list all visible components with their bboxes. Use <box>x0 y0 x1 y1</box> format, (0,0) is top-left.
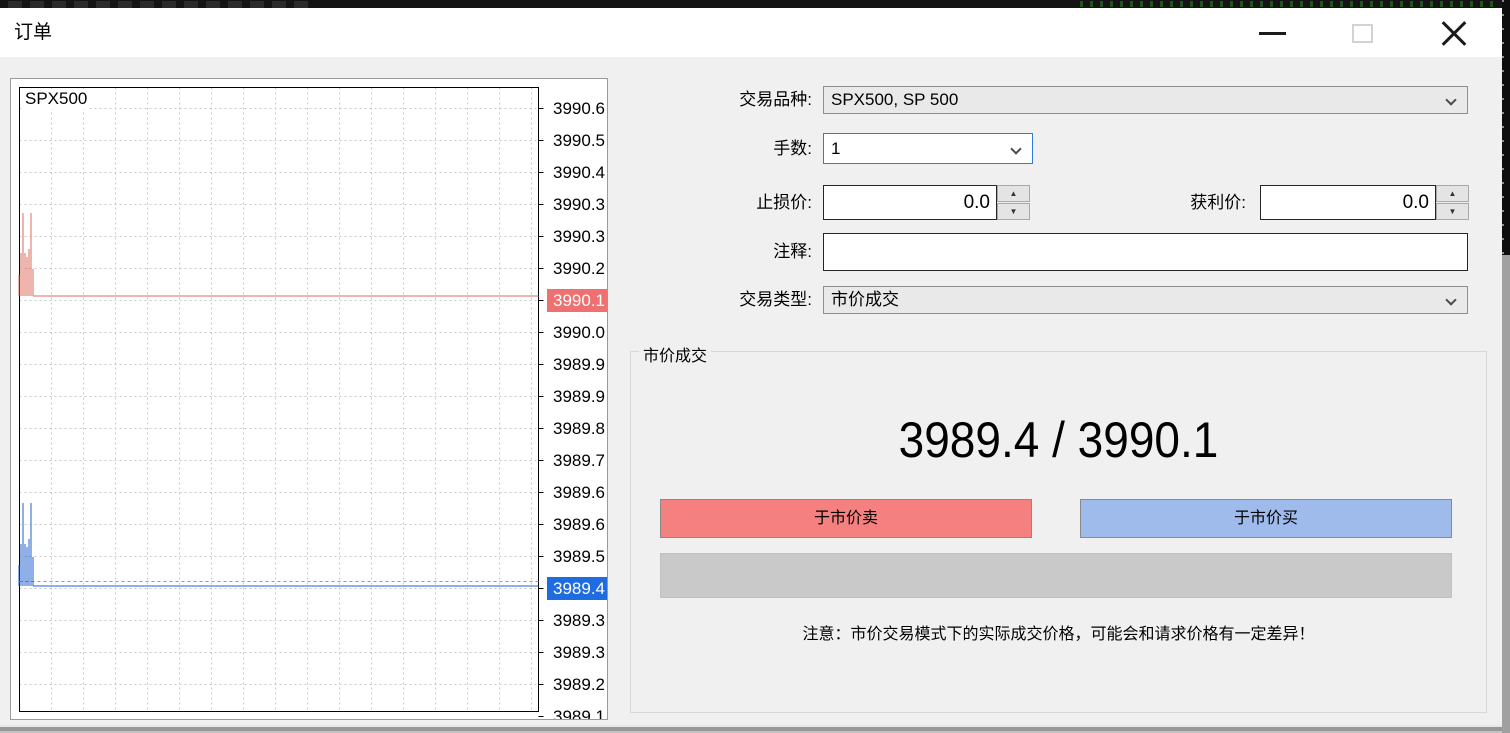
market-note: 注意：市价交易模式下的实际成交价格，可能会和请求价格有一定差异！ <box>631 620 1486 644</box>
stop-loss-label: 止损价: <box>612 185 812 220</box>
group-title: 市价成交 <box>639 342 711 366</box>
price-axis: 3990.6 3990.5 3990.4 3990.3 3990.3 3990.2 3990… <box>547 79 608 720</box>
order-type-label: 交易类型: <box>612 286 812 314</box>
price-axis-label: 3989.9 <box>547 385 608 408</box>
price-axis-label: 3989.7 <box>547 449 608 472</box>
price-axis-label: 3989.6 <box>547 481 608 504</box>
price-axis-label: 3989.5 <box>547 545 608 568</box>
chevron-down-icon <box>1445 94 1456 105</box>
price-axis-label: 3990.1 <box>547 289 608 312</box>
price-axis-label: 3990.5 <box>547 129 608 152</box>
minimize-icon <box>1259 32 1286 35</box>
background-axis-dashes <box>1502 0 1504 255</box>
comment-label: 注释: <box>612 233 812 271</box>
close-button[interactable] <box>1428 13 1480 53</box>
order-type-select-value: 市价成交 <box>831 287 899 313</box>
minimize-button[interactable] <box>1246 13 1298 53</box>
background-strip-right <box>1502 0 1510 733</box>
stop-loss-spinner: ▲ ▼ <box>997 185 1030 220</box>
take-profit-spinner: ▲ ▼ <box>1436 185 1469 220</box>
symbol-label: 交易品种: <box>612 86 812 114</box>
sell-by-market-button[interactable]: 于市价卖 <box>660 499 1032 538</box>
price-axis-label: 3989.2 <box>547 673 608 696</box>
price-axis-label: 3990.3 <box>547 225 608 248</box>
symbol-select-value: SPX500, SP 500 <box>831 87 958 113</box>
spin-up-icon[interactable]: ▲ <box>1436 185 1469 202</box>
titlebar: 订单 <box>0 8 1502 57</box>
chart-symbol-label: SPX500 <box>23 89 89 109</box>
order-type-select[interactable]: 市价成交 <box>823 286 1468 314</box>
spin-down-icon[interactable]: ▼ <box>1436 203 1469 220</box>
price-axis-label: 3990.0 <box>547 321 608 344</box>
price-axis-label: 3989.9 <box>547 353 608 376</box>
take-profit-spinbox <box>1260 185 1436 220</box>
tick-chart: SPX500 3990.63990.53990.43990.33990.3399… <box>10 78 608 720</box>
background-strip-bottom <box>0 725 1502 733</box>
maximize-button[interactable] <box>1336 13 1388 53</box>
window-title: 订单 <box>14 8 52 57</box>
disabled-action-bar <box>660 553 1452 598</box>
price-axis-label: 3990.6 <box>547 97 608 120</box>
spin-down-icon[interactable]: ▼ <box>997 203 1030 220</box>
chevron-down-icon <box>1445 294 1456 305</box>
volume-label: 手数: <box>612 133 812 164</box>
tick-chart-plot <box>11 79 608 720</box>
price-axis-label: 3989.8 <box>547 417 608 440</box>
stop-loss-input[interactable] <box>823 185 997 220</box>
order-dialog: 订单 SPX500 3990.6 3990.5 3990.4 3990.3 3990.3… <box>0 8 1502 725</box>
price-axis-label: 3990.2 <box>547 257 608 280</box>
background-window-remnant <box>8 1 308 8</box>
price-axis-label: 3989.4 <box>547 577 608 600</box>
stop-loss-spinbox <box>823 185 997 220</box>
volume-input[interactable] <box>824 134 994 163</box>
background-chart-remnant <box>1080 1 1495 7</box>
take-profit-label: 获利价: <box>1046 185 1246 220</box>
maximize-icon <box>1352 24 1373 43</box>
symbol-select[interactable]: SPX500, SP 500 <box>823 86 1468 114</box>
price-axis-label: 3990.4 <box>547 161 608 184</box>
bid-ask-quote: 3989.4 / 3990.1 <box>665 400 1452 480</box>
take-profit-input[interactable] <box>1260 185 1436 220</box>
price-axis-label: 3989.1 <box>547 705 608 720</box>
comment-input[interactable] <box>823 233 1468 271</box>
market-execution-group: 市价成交 3989.4 / 3990.1 于市价卖 于市价买 注意：市价交易模式… <box>630 351 1487 713</box>
spin-up-icon[interactable]: ▲ <box>997 185 1030 202</box>
buy-by-market-button[interactable]: 于市价买 <box>1080 499 1452 538</box>
price-axis-label: 3990.3 <box>547 193 608 216</box>
close-icon <box>1439 18 1469 48</box>
price-axis-label: 3989.6 <box>547 513 608 536</box>
volume-combobox[interactable] <box>823 133 1033 164</box>
price-axis-label: 3989.3 <box>547 609 608 632</box>
chevron-down-icon <box>1010 143 1021 154</box>
price-axis-label: 3989.3 <box>547 641 608 664</box>
